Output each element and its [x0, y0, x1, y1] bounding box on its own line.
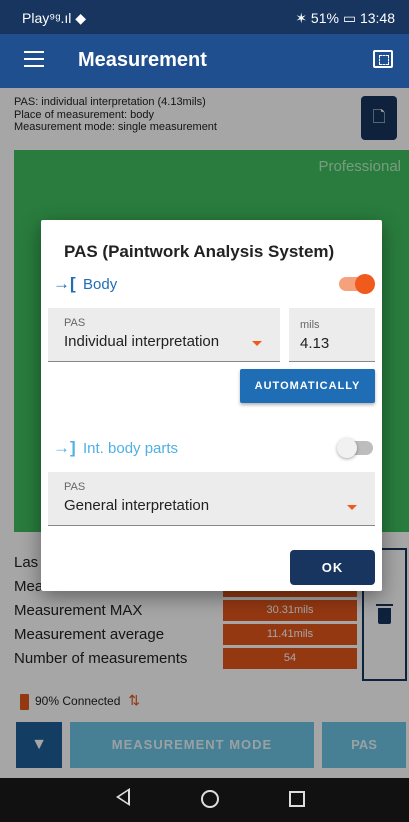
home-icon[interactable] [201, 790, 219, 808]
int-parts-pas-value: General interpretation [64, 497, 210, 514]
page-title: Measurement [78, 49, 207, 71]
body-toggle[interactable] [339, 274, 375, 294]
status-right: ✶ 51% ▭ 13:48 [295, 10, 395, 26]
body-enter-icon: →[ [53, 274, 76, 293]
int-parts-toggle-knob [337, 438, 357, 458]
body-pas-value: Individual interpretation [64, 333, 220, 350]
status-bar: Play⁹ᵍ.ıl ◆ ✶ 51% ▭ 13:48 [0, 0, 409, 34]
mils-value: 4.13 [300, 335, 330, 352]
dialog-title: PAS (Paintwork Analysis System) [64, 242, 335, 261]
status-left: Play⁹ᵍ.ıl ◆ [22, 10, 87, 26]
body-toggle-knob [355, 274, 375, 294]
int-parts-label: Int. body parts [83, 440, 179, 457]
int-parts-pas-caption: PAS [64, 481, 86, 493]
ok-button[interactable]: OK [290, 550, 375, 585]
body-pas-caption: PAS [64, 317, 86, 329]
chevron-down-icon [347, 505, 357, 510]
mils-input[interactable]: mils 4.13 [289, 308, 375, 362]
app-bar: Measurement [0, 34, 409, 88]
menu-icon[interactable] [24, 51, 44, 67]
int-parts-section: →] Int. body parts [53, 436, 373, 462]
automatically-button[interactable]: AUTOMATICALLY [240, 369, 375, 403]
body-pas-select[interactable]: PAS Individual interpretation [48, 308, 280, 362]
back-icon[interactable] [116, 788, 130, 806]
int-parts-pas-select[interactable]: PAS General interpretation [48, 472, 375, 526]
system-nav-bar [0, 778, 409, 822]
int-parts-enter-icon: →] [53, 438, 76, 457]
body-label: Body [83, 276, 118, 293]
body-section: →[ Body [53, 272, 375, 298]
recent-apps-icon[interactable] [289, 791, 305, 807]
fullscreen-icon[interactable] [373, 50, 393, 68]
chevron-down-icon [252, 341, 262, 346]
pas-dialog: PAS (Paintwork Analysis System) →[ Body … [41, 220, 382, 591]
mils-caption: mils [300, 319, 320, 331]
int-parts-toggle[interactable] [337, 438, 373, 458]
